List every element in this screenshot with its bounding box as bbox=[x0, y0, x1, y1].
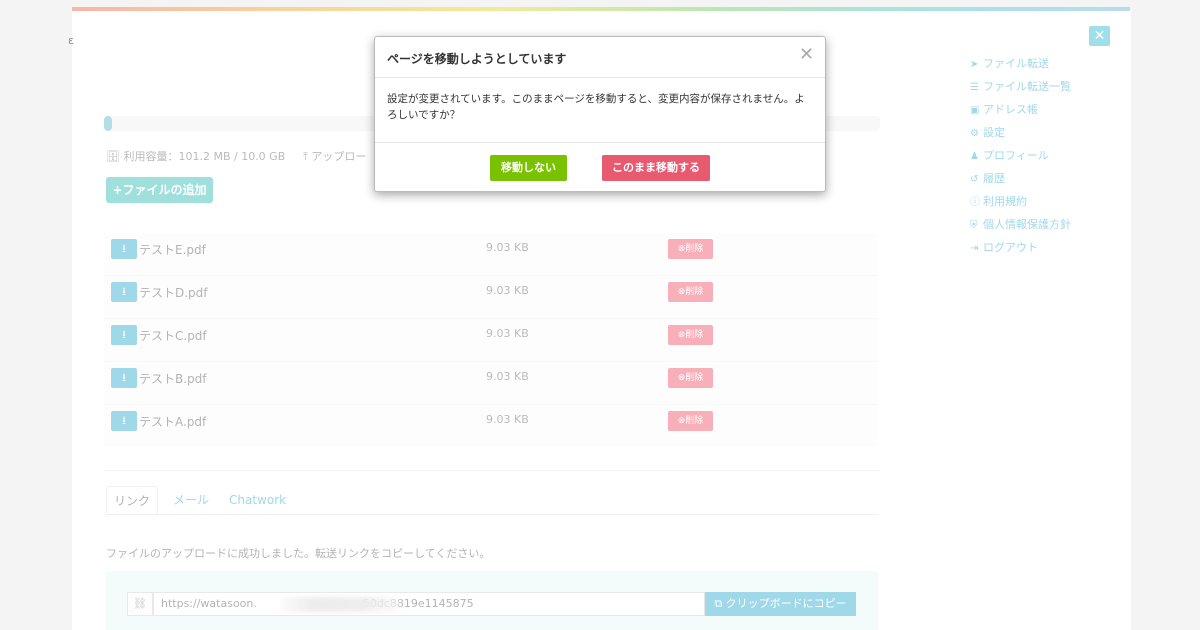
copy-icon: ⧉ bbox=[714, 597, 723, 610]
download-icon[interactable]: ⭳ bbox=[111, 411, 137, 431]
sidebar-item-label: アドレス帳 bbox=[983, 103, 1038, 116]
transfer-link-field[interactable]: https://watasoon. 50dc8819e1145875 bbox=[153, 592, 705, 616]
storage-progress-fill bbox=[104, 116, 112, 131]
download-icon[interactable]: ⭳ bbox=[111, 239, 137, 259]
file-row: ⭳ テストC.pdf 9.03 KB ⊗削除 bbox=[104, 318, 878, 361]
success-message: ファイルのアップロードに成功しました。転送リンクをコピーしてください。 bbox=[106, 547, 491, 560]
sidebar-item[interactable]: ☰ ファイル転送一覧 bbox=[970, 78, 1071, 101]
file-size: 9.03 KB bbox=[486, 413, 529, 426]
file-name: テストD.pdf bbox=[139, 286, 208, 300]
info-circle-icon: ⓘ bbox=[970, 197, 980, 208]
close-icon[interactable]: ✕ bbox=[1089, 26, 1110, 46]
dialog-header: ページを移動しようとしています ✕ bbox=[375, 37, 825, 78]
sidebar-item[interactable]: ▣ アドレス帳 bbox=[970, 101, 1071, 124]
storage-usage: 🗄 利用容量：101.2 MB / 10.0 GB bbox=[106, 148, 285, 164]
copy-button-label: クリップボードにコピー bbox=[725, 597, 847, 610]
file-row: ⭳ テストB.pdf 9.03 KB ⊗削除 bbox=[104, 361, 878, 404]
sidebar-item-label: 設定 bbox=[983, 126, 1005, 139]
sidebar-item-label: ファイル転送 bbox=[983, 57, 1049, 70]
sidebar-item-label: ファイル転送一覧 bbox=[983, 80, 1071, 93]
sidebar-item[interactable]: ♟ プロフィール bbox=[970, 147, 1071, 170]
sidebar-item[interactable]: ↺ 履歴 bbox=[970, 170, 1071, 193]
file-row: ⭳ テストE.pdf 9.03 KB ⊗削除 bbox=[104, 233, 878, 275]
leave-button[interactable]: このまま移動する bbox=[602, 155, 710, 181]
tab-email[interactable]: メール bbox=[173, 486, 209, 514]
tab-chatwork[interactable]: Chatwork bbox=[229, 486, 286, 514]
shield-icon: ⛨ bbox=[970, 220, 978, 231]
sign-out-icon: ⇥ bbox=[970, 243, 979, 254]
file-size: 9.03 KB bbox=[486, 370, 529, 383]
link-panel: ⛓ https://watasoon. 50dc8819e1145875 ⧉ クリ… bbox=[106, 571, 878, 630]
delete-button[interactable]: ⊗削除 bbox=[668, 368, 713, 388]
paper-plane-icon: ➤ bbox=[970, 59, 979, 70]
sidebar-item-label: プロフィール bbox=[983, 149, 1049, 162]
sidebar-item[interactable]: ➤ ファイル転送 bbox=[970, 55, 1071, 78]
link-icon: ⛓ bbox=[127, 592, 153, 616]
link-input-group: ⛓ https://watasoon. 50dc8819e1145875 ⧉ クリ… bbox=[127, 592, 856, 616]
upload-status: ⤒ アップロー bbox=[303, 148, 366, 164]
dialog-message: 設定が変更されています。このままページを移動すると、変更内容が保存されません。よ… bbox=[387, 93, 805, 121]
left-edge-mark: ε bbox=[68, 34, 74, 47]
section-divider bbox=[104, 470, 880, 471]
list-icon: ☰ bbox=[970, 82, 979, 93]
link-url-start: https://watasoon. bbox=[161, 597, 257, 610]
download-icon[interactable]: ⭳ bbox=[111, 368, 137, 388]
sidebar-item-label: 個人情報保護方針 bbox=[983, 218, 1071, 231]
gear-icon: ⚙ bbox=[970, 128, 979, 139]
dialog-title: ページを移動しようとしています bbox=[387, 52, 567, 66]
dialog-footer: 移動しない このまま移動する bbox=[375, 142, 825, 192]
address-book-icon: ▣ bbox=[970, 105, 980, 116]
tab-link[interactable]: リンク bbox=[106, 486, 158, 514]
sidebar-item[interactable]: ⇥ ログアウト bbox=[970, 239, 1071, 262]
user-icon: ♟ bbox=[970, 151, 979, 162]
file-size: 9.03 KB bbox=[486, 327, 529, 340]
redaction-blur bbox=[280, 597, 400, 612]
storage-usage-text: 利用容量：101.2 MB / 10.0 GB bbox=[123, 150, 286, 163]
file-size: 9.03 KB bbox=[486, 284, 529, 297]
share-tabs: リンク メール Chatwork bbox=[106, 486, 878, 515]
delete-button[interactable]: ⊗削除 bbox=[668, 325, 713, 345]
database-icon: 🗄 bbox=[106, 150, 120, 163]
stay-button[interactable]: 移動しない bbox=[490, 155, 567, 181]
file-row: ⭳ テストA.pdf 9.03 KB ⊗削除 bbox=[104, 404, 878, 447]
upload-icon: ⤒ bbox=[303, 150, 308, 163]
add-file-button[interactable]: +ファイルの追加 bbox=[106, 177, 213, 203]
sidebar-item-label: 利用規約 bbox=[983, 195, 1027, 208]
delete-button[interactable]: ⊗削除 bbox=[668, 411, 713, 431]
sidebar-item-label: 履歴 bbox=[983, 172, 1005, 185]
file-name: テストA.pdf bbox=[139, 415, 207, 429]
file-name: テストE.pdf bbox=[139, 243, 206, 257]
sidebar-item[interactable]: ⛨ 個人情報保護方針 bbox=[970, 216, 1071, 239]
delete-button[interactable]: ⊗削除 bbox=[668, 282, 713, 302]
download-icon[interactable]: ⭳ bbox=[111, 325, 137, 345]
file-size: 9.03 KB bbox=[486, 241, 529, 254]
copy-to-clipboard-button[interactable]: ⧉ クリップボードにコピー bbox=[705, 592, 856, 616]
file-table: ⭳ テストE.pdf 9.03 KB ⊗削除 ⭳ テストD.pdf 9.03 KB ⊗削除 ⭳ テ… bbox=[104, 233, 878, 447]
file-name: テストC.pdf bbox=[139, 329, 207, 343]
sidebar-item[interactable]: ⚙ 設定 bbox=[970, 124, 1071, 147]
file-name: テストB.pdf bbox=[139, 372, 207, 386]
download-icon[interactable]: ⭳ bbox=[111, 282, 137, 302]
rainbow-top-bar bbox=[72, 7, 1130, 11]
file-row: ⭳ テストD.pdf 9.03 KB ⊗削除 bbox=[104, 275, 878, 318]
delete-button[interactable]: ⊗削除 bbox=[668, 239, 713, 259]
confirm-leave-dialog: ページを移動しようとしています ✕ 設定が変更されています。このままページを移動… bbox=[374, 36, 826, 192]
upload-status-text: アップロー bbox=[311, 150, 367, 163]
history-icon: ↺ bbox=[970, 174, 979, 185]
sidebar-item[interactable]: ⓘ 利用規約 bbox=[970, 193, 1071, 216]
sidebar-item-label: ログアウト bbox=[983, 241, 1038, 254]
dialog-close-icon[interactable]: ✕ bbox=[799, 44, 814, 65]
sidebar-menu: ➤ ファイル転送 ☰ ファイル転送一覧 ▣ アドレス帳 ⚙ 設定 ♟ プロフィール ↺ 履歴 ⓘ 利用規約… bbox=[970, 55, 1071, 262]
